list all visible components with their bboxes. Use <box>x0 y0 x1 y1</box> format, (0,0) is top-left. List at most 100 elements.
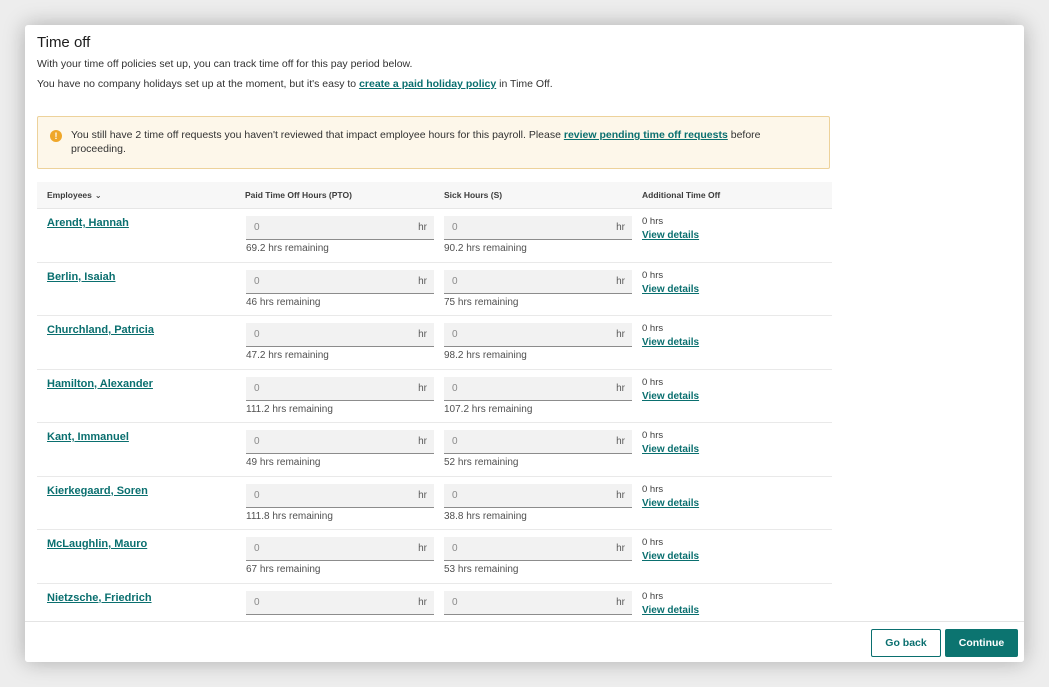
additional-time-off-value: 0 hrs <box>642 483 664 495</box>
sick-hours-input[interactable]: 0 hr <box>444 537 632 561</box>
table-body: Arendt, Hannah 0 hr 69.2 hrs remaining 0 hr 90… <box>37 209 832 621</box>
sick-remaining: 90.2 hrs remaining <box>444 243 527 254</box>
additional-time-off-value: 0 hrs <box>642 590 664 602</box>
employee-name-link[interactable]: Kant, Immanuel <box>47 431 129 443</box>
pending-requests-alert: ! You still have 2 time off requests you… <box>37 116 830 169</box>
go-back-button[interactable]: Go back <box>871 629 941 657</box>
pto-hours-input[interactable]: 0 hr <box>246 376 434 401</box>
holiday-notice: You have no company holidays set up at t… <box>37 78 553 90</box>
pto-hours-input[interactable]: 0 hr <box>246 269 434 294</box>
employee-name-link[interactable]: Hamilton, Alexander <box>47 378 153 390</box>
hr-unit-label: hr <box>616 489 625 501</box>
additional-time-off-value: 0 hrs <box>642 216 664 227</box>
review-pending-requests-link[interactable]: review pending time off requests <box>564 129 728 141</box>
employee-name-link[interactable]: Kierkegaard, Soren <box>47 485 148 497</box>
additional-time-off-value: 0 hrs <box>642 323 664 334</box>
pto-remaining: 69.2 hrs remaining <box>246 243 329 254</box>
create-holiday-policy-link[interactable]: create a paid holiday policy <box>359 78 496 90</box>
pto-remaining: 47.2 hrs remaining <box>246 350 329 361</box>
pto-remaining: 111.8 hrs remaining <box>246 510 333 522</box>
view-details-link[interactable]: View details <box>642 337 699 348</box>
view-details-link[interactable]: View details <box>642 498 699 509</box>
page-title: Time off <box>37 34 91 51</box>
pto-hours-value: 0 <box>254 222 260 233</box>
hr-unit-label: hr <box>418 596 427 608</box>
hr-unit-label: hr <box>418 222 427 233</box>
table-row: Nietzsche, Friedrich 0 hr 0 hr 0 hrs View deta… <box>37 584 832 622</box>
sick-column-header: Sick Hours (S) <box>444 190 503 200</box>
alert-message: You still have 2 time off requests you h… <box>71 128 791 156</box>
pto-hours-value: 0 <box>254 275 260 287</box>
holiday-notice-prefix: You have no company holidays set up at t… <box>37 78 357 90</box>
table-row: Kant, Immanuel 0 hr 49 hrs remaining 0 hr 52 h… <box>37 423 832 477</box>
time-off-table: Employees ⌄ Paid Time Off Hours (PTO) Sic… <box>37 182 832 621</box>
holiday-notice-suffix: in Time Off. <box>499 78 553 90</box>
sick-hours-input[interactable]: 0 hr <box>444 483 632 508</box>
pto-column-header: Paid Time Off Hours (PTO) <box>245 190 352 200</box>
employee-name-link[interactable]: Nietzsche, Friedrich <box>47 592 152 604</box>
hr-unit-label: hr <box>418 382 427 394</box>
additional-column-header: Additional Time Off <box>642 190 721 200</box>
sick-remaining: 75 hrs remaining <box>444 296 519 308</box>
pto-hours-value: 0 <box>254 436 260 447</box>
sick-hours-input[interactable]: 0 hr <box>444 376 632 401</box>
sick-hours-input[interactable]: 0 hr <box>444 590 632 615</box>
additional-time-off-value: 0 hrs <box>642 269 664 281</box>
pto-hours-value: 0 <box>254 596 260 608</box>
table-row: Berlin, Isaiah 0 hr 46 hrs remaining 0 hr 75 h… <box>37 263 832 316</box>
time-off-content: Time off With your time off policies set… <box>25 25 1024 621</box>
view-details-link[interactable]: View details <box>642 284 699 295</box>
intro-text: With your time off policies set up, you … <box>37 58 413 70</box>
sick-remaining: 98.2 hrs remaining <box>444 350 527 361</box>
pto-hours-input[interactable]: 0 hr <box>246 590 434 615</box>
employee-name-link[interactable]: Churchland, Patricia <box>47 324 154 336</box>
pto-remaining: 111.2 hrs remaining <box>246 403 333 415</box>
table-row: Churchland, Patricia 0 hr 47.2 hrs remainin… <box>37 316 832 370</box>
pto-hours-value: 0 <box>254 382 260 394</box>
pto-hours-input[interactable]: 0 hr <box>246 537 434 561</box>
pto-hours-input[interactable]: 0 hr <box>246 430 434 454</box>
pto-remaining: 49 hrs remaining <box>246 457 321 468</box>
sick-hours-value: 0 <box>452 222 458 233</box>
pto-hours-input[interactable]: 0 hr <box>246 323 434 347</box>
sick-hours-value: 0 <box>452 436 458 447</box>
sick-hours-value: 0 <box>452 543 458 554</box>
sick-hours-input[interactable]: 0 hr <box>444 430 632 454</box>
sick-hours-value: 0 <box>452 382 458 394</box>
hr-unit-label: hr <box>616 543 625 554</box>
employee-name-link[interactable]: Arendt, Hannah <box>47 217 129 229</box>
view-details-link[interactable]: View details <box>642 391 699 402</box>
sick-hours-value: 0 <box>452 489 458 501</box>
employee-name-link[interactable]: McLaughlin, Mauro <box>47 538 147 550</box>
pto-hours-value: 0 <box>254 543 260 554</box>
pto-hours-input[interactable]: 0 hr <box>246 216 434 240</box>
employees-column-header[interactable]: Employees ⌄ <box>47 190 102 200</box>
pto-hours-value: 0 <box>254 329 260 340</box>
continue-button[interactable]: Continue <box>945 629 1018 657</box>
hr-unit-label: hr <box>418 543 427 554</box>
hr-unit-label: hr <box>616 436 625 447</box>
hr-unit-label: hr <box>418 436 427 447</box>
employees-header-label: Employees <box>47 190 92 200</box>
view-details-link[interactable]: View details <box>642 605 699 616</box>
sick-hours-input[interactable]: 0 hr <box>444 269 632 294</box>
hr-unit-label: hr <box>616 329 625 340</box>
employee-name-link[interactable]: Berlin, Isaiah <box>47 271 115 283</box>
sick-hours-input[interactable]: 0 hr <box>444 216 632 240</box>
view-details-link[interactable]: View details <box>642 444 699 455</box>
sick-remaining: 38.8 hrs remaining <box>444 510 527 522</box>
alert-text-prefix: You still have 2 time off requests you h… <box>71 129 561 141</box>
sick-hours-value: 0 <box>452 329 458 340</box>
view-details-link[interactable]: View details <box>642 230 699 241</box>
sick-remaining: 52 hrs remaining <box>444 457 519 468</box>
sick-hours-input[interactable]: 0 hr <box>444 323 632 347</box>
hr-unit-label: hr <box>616 596 625 608</box>
hr-unit-label: hr <box>616 382 625 394</box>
pto-hours-input[interactable]: 0 hr <box>246 483 434 508</box>
view-details-link[interactable]: View details <box>642 551 699 562</box>
additional-time-off-value: 0 hrs <box>642 430 664 441</box>
hr-unit-label: hr <box>418 329 427 340</box>
table-row: Hamilton, Alexander 0 hr 111.2 hrs remainin… <box>37 370 832 423</box>
table-row: Kierkegaard, Soren 0 hr 111.8 hrs remaining… <box>37 477 832 530</box>
time-off-dialog: Time off With your time off policies set… <box>25 25 1024 662</box>
